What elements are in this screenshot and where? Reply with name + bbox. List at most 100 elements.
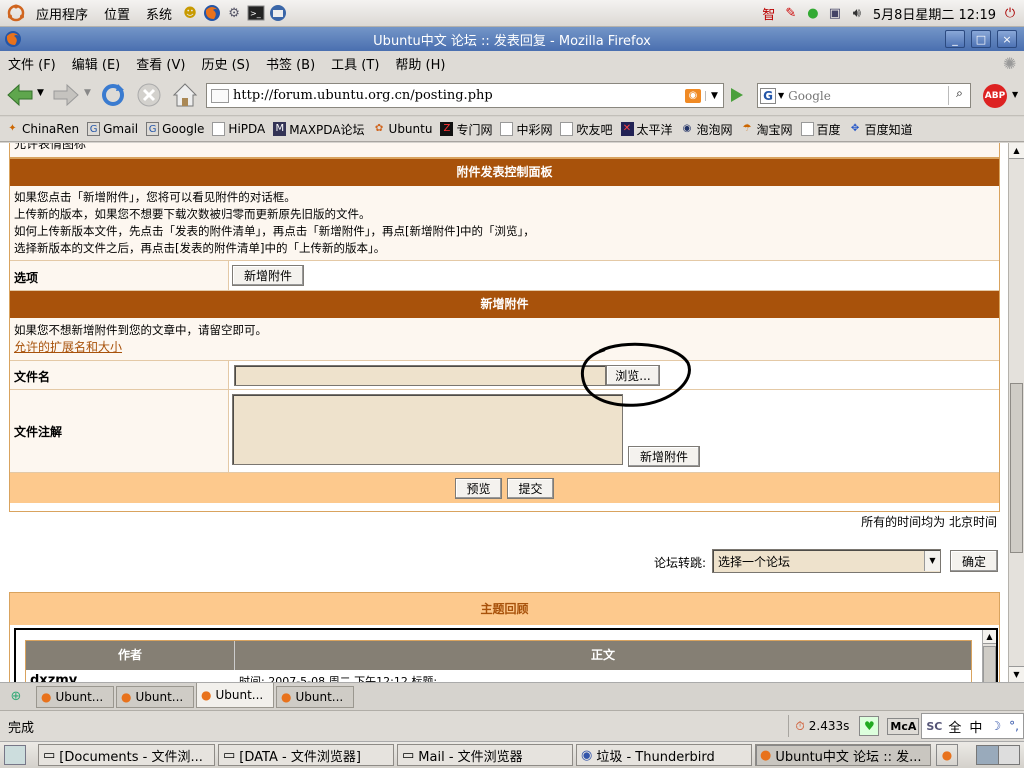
bookmark-baidu[interactable]: 百度 (800, 121, 841, 138)
home-icon[interactable] (171, 81, 199, 112)
thunderbird-launcher-icon[interactable] (268, 3, 288, 23)
green-tray-icon[interactable]: ● (803, 3, 823, 23)
submit-button[interactable]: 提交 (507, 477, 554, 499)
bookmark-chuiyou[interactable]: 吹友吧 (560, 121, 613, 138)
workspace-2[interactable] (998, 746, 1019, 764)
menu-help[interactable]: 帮助 (H) (387, 54, 453, 73)
bookmark-zhuanmen[interactable]: Z 专门网 (440, 121, 492, 138)
menu-view[interactable]: 查看 (V) (128, 54, 193, 73)
minimize-button[interactable]: _ (945, 30, 965, 48)
forum-jump-select[interactable]: 选择一个论坛 ▼ (712, 549, 941, 573)
update-tray-icon[interactable]: ✎ (781, 3, 801, 23)
add-attachment-button[interactable]: 新增附件 (232, 265, 304, 286)
file-comment-textarea[interactable] (232, 394, 623, 465)
panel-menu-places[interactable]: 位置 (96, 4, 138, 23)
topic-review-panel: 主题回顾 作者 正文 dxzmy 时间: 2007-5-08 周二 下午12:1… (9, 592, 1000, 682)
mcafee-badge[interactable]: McA (887, 717, 920, 735)
menu-history[interactable]: 历史 (S) (193, 54, 258, 73)
search-engine-icon[interactable]: G (760, 87, 776, 104)
panel-clock[interactable]: 5月8日星期二 12:19 (869, 4, 1000, 23)
logout-icon[interactable]: ⏻ (1000, 3, 1020, 23)
task-mail[interactable]: ▭ Mail - 文件浏览器 (397, 744, 573, 766)
search-input[interactable] (788, 88, 939, 103)
page-scrollbar[interactable]: ▲ ▼ (1008, 143, 1024, 682)
firefox-launcher-icon[interactable] (202, 3, 222, 23)
task-firefox-active[interactable]: ● Ubuntu中文 论坛 :: 发... (755, 744, 931, 766)
show-desktop-icon[interactable] (4, 745, 26, 765)
bookmark-gmail[interactable]: G Gmail (87, 122, 138, 136)
allowed-extensions-link[interactable]: 允许的扩展名和大小 (14, 340, 122, 354)
ime-punct-toggle[interactable]: °, (1009, 719, 1019, 733)
green-status-icon[interactable]: ♥ (859, 716, 880, 736)
adblock-icon[interactable]: ABP (983, 84, 1007, 108)
workspace-1[interactable] (977, 746, 999, 764)
menu-tools[interactable]: 工具 (T) (323, 54, 387, 73)
network-launcher-icon[interactable]: ⚙ (224, 3, 244, 23)
scroll-down-icon[interactable]: ▼ (1009, 666, 1024, 682)
tab-ubuntu-4[interactable]: ● Ubunt... (276, 685, 354, 708)
adblock-dropdown-icon[interactable]: ▼ (1012, 90, 1018, 99)
rss-feed-icon[interactable]: ◉ (685, 88, 701, 103)
task-data[interactable]: ▭ [DATA - 文件浏览器] (218, 744, 394, 766)
url-text[interactable]: http://forum.ubuntu.org.cn/posting.php (233, 88, 685, 103)
menu-edit[interactable]: 编辑 (E) (64, 54, 129, 73)
review-scroll-up-icon[interactable]: ▲ (983, 630, 996, 644)
go-icon[interactable] (729, 86, 745, 107)
bookmark-pconline[interactable]: ✕ 太平洋 (620, 121, 673, 138)
network-tray-icon[interactable]: ▣ (825, 3, 845, 23)
bookmark-taobao[interactable]: ☂ 淘宝网 (741, 121, 793, 138)
bookmark-maxpda[interactable]: M MAXPDA论坛 (273, 121, 365, 138)
new-tab-icon[interactable]: ⊕ (4, 687, 28, 707)
workspace-switcher[interactable] (976, 745, 1020, 765)
bookmark-google[interactable]: G Google (146, 122, 204, 136)
forward-history-dropdown-icon[interactable]: ▼ (84, 88, 91, 98)
bookmark-pcpop[interactable]: ◉ 泡泡网 (681, 121, 733, 138)
preview-button[interactable]: 预览 (455, 477, 502, 499)
panel-menu-applications[interactable]: 应用程序 (28, 4, 96, 23)
back-button[interactable] (6, 82, 34, 111)
firefox-panel-icon[interactable]: ● (936, 744, 958, 766)
forward-button[interactable] (52, 82, 80, 111)
url-dropdown-icon[interactable]: ▼ (705, 90, 723, 101)
ime-fullwidth-toggle[interactable]: 全 (948, 717, 961, 736)
bookmark-zhongcai[interactable]: 中彩网 (500, 121, 552, 138)
ime-moon-toggle[interactable]: ☽ (990, 719, 1001, 733)
bookmark-hipda[interactable]: HiPDA (212, 122, 265, 136)
back-history-dropdown-icon[interactable]: ▼ (37, 88, 44, 98)
task-thunderbird[interactable]: ◉ 垃圾 - Thunderbird (576, 744, 752, 766)
scroll-thumb[interactable] (1010, 383, 1023, 553)
ime-chinese-toggle[interactable]: 中 (969, 717, 982, 736)
scim-icon[interactable]: SC (926, 720, 942, 733)
search-engine-dropdown-icon[interactable]: ▼ (778, 91, 784, 100)
bookmark-baidu-zhidao[interactable]: ✥ 百度知道 (849, 121, 913, 138)
menu-bookmarks[interactable]: 书签 (B) (258, 54, 323, 73)
stop-icon[interactable] (136, 82, 162, 111)
url-bar[interactable]: http://forum.ubuntu.org.cn/posting.php ◉… (206, 83, 724, 108)
review-scrollbar[interactable]: ▲ (982, 630, 996, 682)
terminal-launcher-icon[interactable]: >_ (246, 3, 266, 23)
select-dropdown-icon[interactable]: ▼ (924, 551, 940, 571)
close-window-button[interactable]: × (997, 30, 1017, 48)
search-bar[interactable]: G ▼ ⌕ (757, 83, 971, 108)
review-scroll-thumb[interactable] (983, 646, 996, 682)
input-method-tray-icon[interactable]: 智 (759, 3, 779, 23)
file-path-input[interactable] (234, 365, 606, 386)
add-attachment-button-2[interactable]: 新增附件 (628, 446, 700, 467)
firefox-window-icon[interactable] (4, 30, 22, 52)
tab-ubuntu-1[interactable]: ● Ubunt... (36, 685, 114, 708)
pidgin-launcher-icon[interactable]: ☻ (180, 3, 200, 23)
ubuntu-logo-icon[interactable] (6, 3, 26, 23)
task-documents[interactable]: ▭ [Documents - 文件浏... (38, 744, 215, 766)
bookmark-chinaren[interactable]: ✦ ChinaRen (6, 122, 79, 136)
bookmark-ubuntu[interactable]: ✿ Ubuntu (373, 122, 433, 136)
maximize-button[interactable]: □ (971, 30, 991, 48)
search-magnifier-icon[interactable]: ⌕ (948, 86, 970, 105)
scroll-up-icon[interactable]: ▲ (1009, 143, 1024, 159)
tab-ubuntu-2[interactable]: ● Ubunt... (116, 685, 194, 708)
reload-icon[interactable] (100, 82, 126, 111)
forum-jump-go-button[interactable]: 确定 (950, 550, 998, 572)
panel-menu-system[interactable]: 系统 (138, 4, 180, 23)
volume-icon[interactable]: 🔊︎ (847, 3, 867, 23)
menu-file[interactable]: 文件 (F) (0, 54, 64, 73)
tab-ubuntu-3-active[interactable]: ● Ubunt... (196, 682, 274, 708)
